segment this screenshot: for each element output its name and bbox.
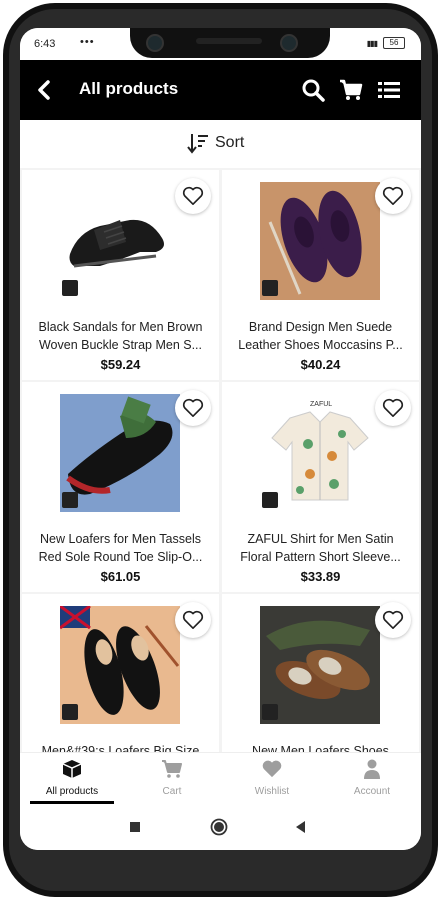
wishlist-heart-button[interactable] <box>375 178 411 214</box>
brand-logo-badge <box>62 492 78 508</box>
nav-cart[interactable]: Cart <box>122 759 222 797</box>
product-name-line: ZAFUL Shirt for Men Satin <box>247 532 394 546</box>
nav-account[interactable]: Account <box>322 759 421 797</box>
system-navigation-bar <box>20 804 421 850</box>
product-price: $59.24 <box>100 357 141 372</box>
wishlist-heart-button[interactable] <box>175 178 211 214</box>
brand-logo-badge <box>262 704 278 720</box>
product-card[interactable]: New Men Loafers Shoes <box>222 594 419 752</box>
bottom-navigation: All products Cart Wishlist Account <box>20 752 421 805</box>
product-name: Black Sandals for Men Brown Woven Buckle… <box>28 318 213 354</box>
shirt-brand-text: ZAFUL <box>310 401 332 408</box>
list-view-icon[interactable] <box>376 77 402 103</box>
product-image-tassel-loafers <box>60 394 180 512</box>
status-time: 6:43 <box>34 38 56 50</box>
product-grid: Black Sandals for Men Brown Woven Buckle… <box>20 168 421 752</box>
brand-logo-badge <box>262 280 278 296</box>
product-image-black-sandals <box>60 182 180 300</box>
earpiece-speaker <box>196 38 262 44</box>
product-name-line: New Men Loafers Shoes <box>252 744 389 752</box>
front-camera-icon <box>280 34 298 52</box>
heart-icon <box>182 186 204 205</box>
product-name: ZAFUL Shirt for Men Satin Floral Pattern… <box>228 530 413 566</box>
nav-label: Cart <box>162 786 182 797</box>
cart-icon <box>162 760 182 778</box>
wishlist-heart-button[interactable] <box>175 390 211 426</box>
wishlist-heart-button[interactable] <box>375 390 411 426</box>
front-sensor-icon <box>146 34 164 52</box>
product-price: $33.89 <box>300 569 341 584</box>
camera-notch <box>130 28 330 58</box>
product-name-line: New Loafers for Men Tassels <box>40 532 201 546</box>
product-image-brogue-loafers <box>260 606 380 724</box>
nav-label: Account <box>353 786 391 797</box>
product-card[interactable]: Men&#39;s Loafers Big Size <box>22 594 219 752</box>
heart-icon <box>182 610 204 629</box>
product-price: $61.05 <box>100 569 141 584</box>
product-name: New Loafers for Men Tassels Red Sole Rou… <box>28 530 213 566</box>
product-name: New Men Loafers Shoes <box>228 742 413 752</box>
product-name-line: Black Sandals for Men Brown <box>38 320 203 334</box>
product-name-line: Woven Buckle Strap Men S... <box>38 338 203 352</box>
product-card[interactable]: Brand Design Men Suede Leather Shoes Moc… <box>222 170 419 380</box>
sort-button[interactable]: Sort <box>187 132 244 154</box>
back-triangle-icon[interactable] <box>294 820 306 834</box>
status-notification-dots: ••• <box>80 36 95 48</box>
product-name-line: Leather Shoes Moccasins P... <box>238 338 403 352</box>
sort-icon <box>187 134 208 154</box>
brand-logo-badge <box>62 704 78 720</box>
status-right: ▮▮▮ 56 <box>367 37 405 49</box>
brand-logo-badge <box>62 280 78 296</box>
heart-icon <box>382 398 404 417</box>
product-name: Men&#39;s Loafers Big Size <box>28 742 213 752</box>
heart-icon <box>382 186 404 205</box>
nav-wishlist[interactable]: Wishlist <box>222 759 322 797</box>
back-arrow-icon[interactable] <box>34 78 56 102</box>
brand-logo-badge <box>262 492 278 508</box>
battery-icon: 56 <box>383 37 405 49</box>
product-image-suede-loafers <box>260 182 380 300</box>
sort-bar[interactable]: Sort <box>20 120 421 169</box>
heart-icon <box>382 610 404 629</box>
box-icon <box>62 760 82 778</box>
wishlist-heart-button[interactable] <box>375 602 411 638</box>
wishlist-heart-button[interactable] <box>175 602 211 638</box>
nav-label: Wishlist <box>254 786 290 797</box>
search-icon[interactable] <box>300 77 326 103</box>
heart-icon <box>182 398 204 417</box>
sort-label: Sort <box>215 134 245 151</box>
nav-label: All products <box>45 786 99 797</box>
page-title: All products <box>79 79 179 98</box>
product-name-line: Floral Pattern Short Sleeve... <box>240 550 401 564</box>
user-icon <box>364 759 380 779</box>
product-image-floral-shirt: ZAFUL <box>260 394 380 512</box>
recents-icon[interactable] <box>129 821 141 833</box>
product-name-line: Men&#39;s Loafers Big Size <box>41 744 200 752</box>
product-name-line: Brand Design Men Suede <box>248 320 393 334</box>
product-card[interactable]: New Loafers for Men Tassels Red Sole Rou… <box>22 382 219 592</box>
signal-icon: ▮▮▮ <box>366 38 378 48</box>
app-screen: 6:43 ••• ▮▮▮ 56 All products Sort Black … <box>20 28 421 850</box>
heart-icon <box>262 760 282 778</box>
product-name: Brand Design Men Suede Leather Shoes Moc… <box>228 318 413 354</box>
product-name-line: Red Sole Round Toe Slip-O... <box>38 550 203 564</box>
product-card[interactable]: Black Sandals for Men Brown Woven Buckle… <box>22 170 219 380</box>
product-card[interactable]: ZAFUL ZAFUL Shirt for Men Satin Floral P… <box>222 382 419 592</box>
product-price: $40.24 <box>300 357 341 372</box>
app-bar: All products <box>20 60 421 120</box>
cart-icon[interactable] <box>338 77 364 103</box>
nav-all-products[interactable]: All products <box>22 759 122 797</box>
product-image-leather-loafers <box>60 606 180 724</box>
home-icon[interactable] <box>210 818 228 836</box>
